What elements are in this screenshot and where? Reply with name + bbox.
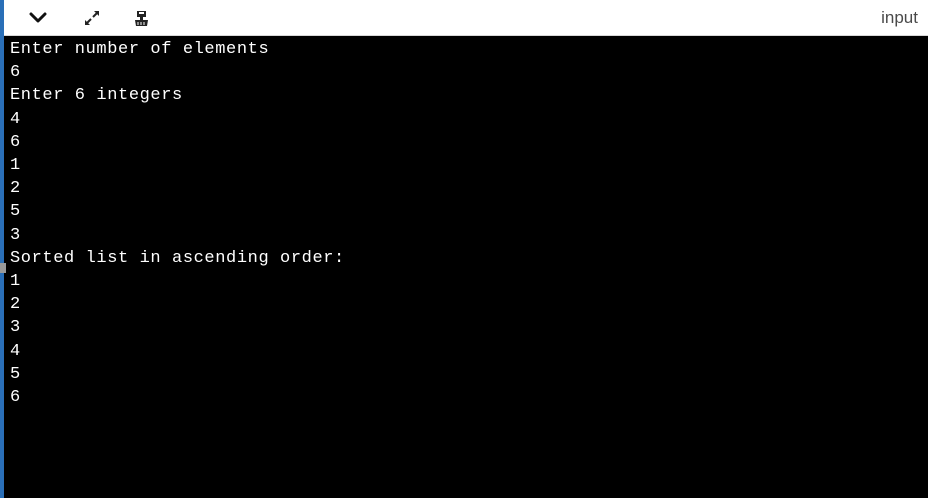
console-line: 1 <box>10 272 21 292</box>
console-line: 3 <box>10 318 21 338</box>
console-line: 6 <box>10 63 21 83</box>
console-line: Enter number of elements <box>10 40 270 59</box>
chevron-down-icon <box>29 12 47 23</box>
console-line: 3 <box>10 225 21 245</box>
console-line: 4 <box>10 109 21 129</box>
console-line: 2 <box>10 295 21 315</box>
console-line: 6 <box>10 132 21 152</box>
console-output[interactable]: Enter number of elements 6 Enter 6 integ… <box>4 36 928 498</box>
console-line: 5 <box>10 364 21 384</box>
output-panel: input Enter number of elements 6 Enter 6… <box>0 0 928 498</box>
console-line: Enter 6 integers <box>10 86 183 106</box>
console-toolbar: input <box>4 0 928 36</box>
console-line: 2 <box>10 179 21 199</box>
expand-button[interactable] <box>80 6 104 30</box>
console-line: 5 <box>10 202 21 222</box>
console-line: 6 <box>10 388 21 408</box>
input-tab[interactable]: input <box>881 8 918 28</box>
console-line: Sorted list in ascending order: <box>10 248 345 268</box>
clear-console-button[interactable] <box>130 6 154 30</box>
console-line: 4 <box>10 341 21 361</box>
clear-console-icon <box>135 11 148 26</box>
expand-icon <box>85 11 99 25</box>
console-line: 1 <box>10 156 21 176</box>
scroll-marker[interactable] <box>0 263 6 273</box>
collapse-button[interactable] <box>26 6 50 30</box>
